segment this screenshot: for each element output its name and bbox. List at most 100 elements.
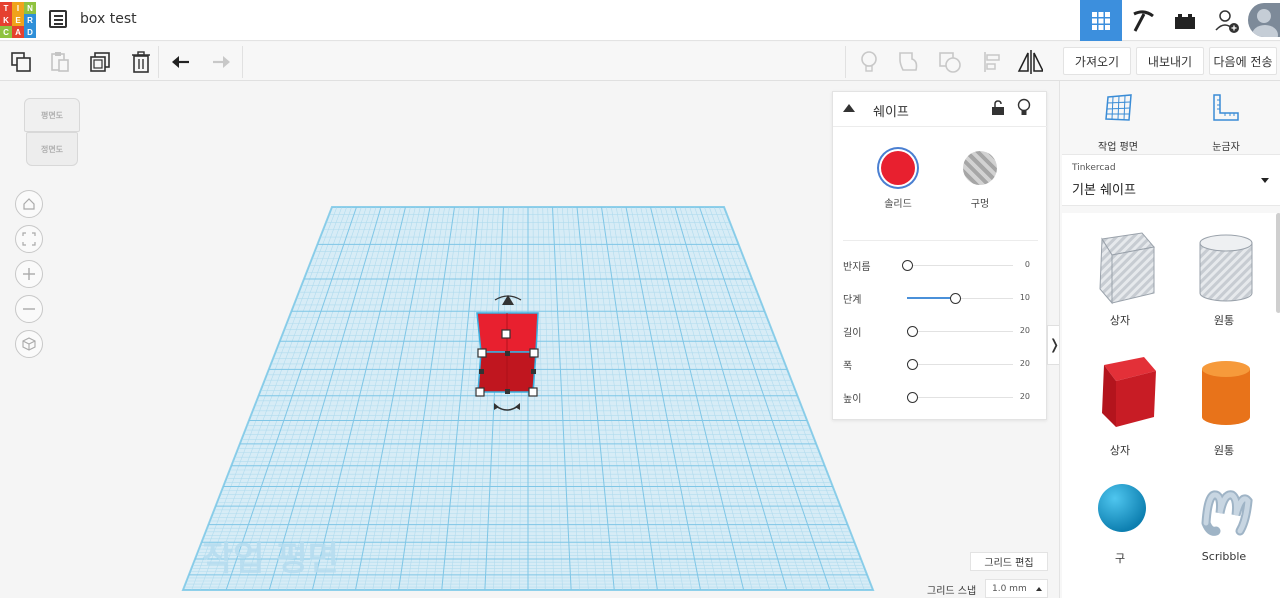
corner-handle[interactable] bbox=[528, 387, 538, 397]
shape-cylinder[interactable]: 원통 bbox=[1174, 343, 1274, 473]
slider-knob[interactable] bbox=[902, 260, 913, 271]
duplicate-button[interactable] bbox=[87, 49, 113, 75]
edge-handle[interactable] bbox=[531, 369, 536, 374]
mirror-button[interactable] bbox=[1017, 49, 1043, 75]
align-button[interactable] bbox=[979, 49, 1005, 75]
shape-box[interactable]: 상자 bbox=[1070, 343, 1170, 473]
slider-knob[interactable] bbox=[950, 293, 961, 304]
redo-icon bbox=[213, 56, 230, 68]
slider-knob[interactable] bbox=[907, 326, 918, 337]
param-slider[interactable] bbox=[907, 293, 1013, 304]
lock-icon[interactable] bbox=[991, 100, 1005, 116]
show-all-button[interactable] bbox=[856, 49, 882, 75]
minecraft-button[interactable] bbox=[1122, 0, 1164, 41]
edge-handle[interactable] bbox=[505, 351, 510, 356]
align-icon bbox=[984, 52, 1000, 72]
lightbulb-icon bbox=[861, 51, 877, 72]
param-value[interactable]: 20 bbox=[1020, 392, 1030, 401]
shape-cylinder-hole[interactable]: 원통 bbox=[1174, 213, 1274, 343]
import-button[interactable]: 가져오기 bbox=[1063, 47, 1131, 75]
param-value[interactable]: 0 bbox=[1025, 260, 1030, 269]
param-slider[interactable] bbox=[907, 359, 1013, 370]
view-cube-top[interactable]: 평면도 bbox=[24, 98, 80, 132]
shape-library-select[interactable]: Tinkercad 기본 쉐이프 bbox=[1062, 154, 1280, 206]
shapes-panel: 작업 평면 눈금자 Tinkercad 기본 쉐이프 상자 원통 상자 원통 구… bbox=[1059, 81, 1280, 598]
delete-button[interactable] bbox=[128, 49, 154, 75]
minus-icon bbox=[23, 308, 35, 310]
list-icon[interactable] bbox=[49, 10, 67, 28]
ungroup-button[interactable] bbox=[937, 49, 963, 75]
export-button[interactable]: 내보내기 bbox=[1136, 47, 1204, 75]
param-slider[interactable] bbox=[907, 326, 1013, 337]
trash-icon bbox=[132, 51, 150, 73]
scribble-icon bbox=[1201, 490, 1253, 536]
param-slider[interactable] bbox=[907, 392, 1013, 403]
group-icon bbox=[899, 52, 918, 71]
shape-box-hole[interactable]: 상자 bbox=[1070, 213, 1170, 343]
lightbulb-icon[interactable] bbox=[1017, 98, 1031, 118]
snap-grid-value: 1.0 mm bbox=[992, 584, 1027, 594]
logo-letter: N bbox=[24, 2, 36, 14]
logo-letter: C bbox=[0, 26, 12, 38]
fit-view-button[interactable] bbox=[15, 225, 43, 253]
collapse-caret-icon[interactable] bbox=[843, 104, 855, 112]
logo-letter: D bbox=[24, 26, 36, 38]
project-title[interactable]: box test bbox=[80, 11, 137, 27]
height-handle[interactable] bbox=[501, 329, 511, 339]
tinkercad-logo[interactable]: TINKERCAD bbox=[0, 2, 38, 38]
ruler-icon bbox=[1213, 94, 1239, 121]
hole-swatch[interactable] bbox=[963, 151, 997, 185]
add-user-button[interactable] bbox=[1206, 0, 1248, 41]
shape-scribble[interactable]: Scribble bbox=[1174, 473, 1274, 598]
corner-handle[interactable] bbox=[475, 387, 485, 397]
cylinder-hole-icon bbox=[1199, 234, 1253, 302]
param-slider[interactable] bbox=[902, 260, 1013, 271]
pickaxe-icon bbox=[1133, 9, 1154, 32]
inspector-header: 쉐이프 bbox=[833, 92, 1048, 127]
shape-label: 원통 bbox=[1213, 314, 1235, 327]
bricks-button[interactable] bbox=[1164, 0, 1206, 41]
view-cube-front[interactable]: 정면도 bbox=[26, 132, 78, 166]
logo-letter: E bbox=[12, 14, 24, 26]
home-view-button[interactable] bbox=[15, 190, 43, 218]
shape-label: Scribble bbox=[1201, 550, 1247, 563]
edge-handle[interactable] bbox=[479, 369, 484, 374]
paste-button[interactable] bbox=[47, 49, 73, 75]
box-icon bbox=[1102, 357, 1156, 427]
snap-grid-label: 그리드 스냅 bbox=[927, 586, 977, 597]
zoom-in-button[interactable] bbox=[15, 260, 43, 288]
projection-button[interactable] bbox=[15, 330, 43, 358]
duplicate-icon bbox=[90, 52, 110, 72]
copy-button[interactable] bbox=[8, 49, 34, 75]
send-to-button[interactable]: 다음에 전송 bbox=[1209, 47, 1277, 75]
slider-knob[interactable] bbox=[907, 359, 918, 370]
solid-swatch[interactable] bbox=[881, 151, 915, 185]
zoom-out-button[interactable] bbox=[15, 295, 43, 323]
group-button[interactable] bbox=[896, 49, 922, 75]
ruler-tool[interactable]: 눈금자 bbox=[1176, 91, 1276, 153]
view-cube[interactable]: 평면도 정면도 bbox=[24, 98, 80, 170]
shape-grid: 상자 원통 상자 원통 구 Scribble bbox=[1062, 213, 1280, 598]
corner-handle[interactable] bbox=[477, 348, 487, 358]
param-value[interactable]: 10 bbox=[1020, 293, 1030, 302]
shape-sphere[interactable]: 구 bbox=[1070, 473, 1170, 598]
edit-grid-button[interactable]: 그리드 편집 bbox=[970, 552, 1048, 571]
dropdown-caret-icon bbox=[1261, 178, 1269, 183]
ungroup-icon bbox=[939, 52, 961, 73]
workplane-grid[interactable] bbox=[181, 206, 875, 591]
snap-grid-select[interactable]: 1.0 mm bbox=[985, 579, 1048, 598]
avatar[interactable] bbox=[1248, 3, 1280, 37]
param-label: 단계 bbox=[843, 295, 862, 306]
param-value[interactable]: 20 bbox=[1020, 359, 1030, 368]
corner-handle[interactable] bbox=[529, 348, 539, 358]
param-label: 폭 bbox=[843, 361, 853, 372]
undo-button[interactable] bbox=[168, 49, 194, 75]
panel-scrollbar[interactable] bbox=[1276, 213, 1280, 313]
param-row: 길이 20 bbox=[833, 321, 1048, 341]
3d-view-button[interactable] bbox=[1080, 0, 1122, 41]
param-value[interactable]: 20 bbox=[1020, 326, 1030, 335]
redo-button[interactable] bbox=[208, 49, 234, 75]
slider-knob[interactable] bbox=[907, 392, 918, 403]
workplane-tool[interactable]: 작업 평면 bbox=[1068, 91, 1168, 153]
edge-handle[interactable] bbox=[505, 389, 510, 394]
